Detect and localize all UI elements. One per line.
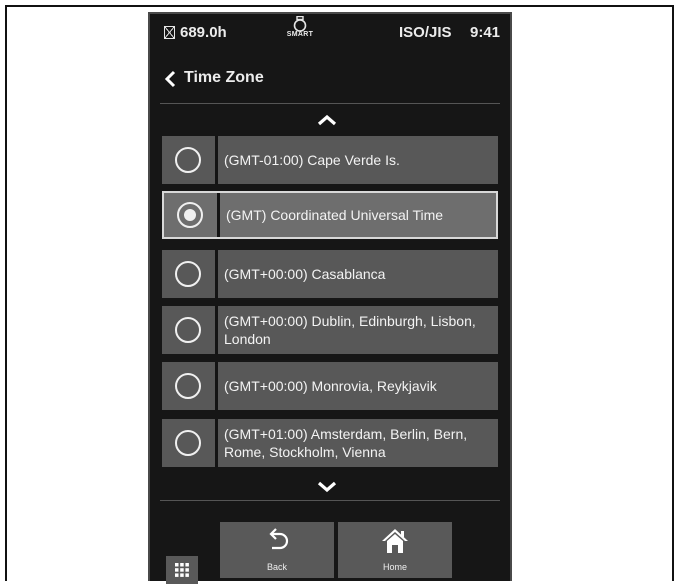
- timezone-option[interactable]: (GMT-01:00) Cape Verde Is.: [162, 136, 498, 184]
- timezone-option[interactable]: (GMT+00:00) Casablanca: [162, 250, 498, 298]
- timezone-option[interactable]: (GMT+00:00) Monrovia, Reykjavik: [162, 362, 498, 410]
- smart-mode-icon: [293, 16, 307, 32]
- option-divider: [215, 362, 218, 410]
- radio-button[interactable]: [175, 147, 201, 173]
- grid-icon: [175, 563, 189, 577]
- status-bar: 689.0h SMART ISO/JIS 9:41: [150, 14, 510, 60]
- option-divider: [215, 136, 218, 184]
- device-screen: 689.0h SMART ISO/JIS 9:41 Time Zone (GMT…: [148, 12, 512, 584]
- hour-meter-value: 689.0h: [180, 24, 227, 41]
- radio-button[interactable]: [175, 373, 201, 399]
- clock: 9:41: [470, 24, 501, 41]
- chevron-down-icon: [317, 481, 337, 493]
- home-icon: [382, 529, 408, 553]
- scroll-down-button[interactable]: [310, 477, 344, 497]
- timezone-option[interactable]: (GMT+01:00) Amsterdam, Berlin, Bern, Rom…: [162, 419, 498, 467]
- radio-cell: [162, 250, 215, 298]
- hourglass-icon: [164, 26, 175, 39]
- radio-cell: [162, 306, 215, 354]
- page-header: Time Zone: [150, 60, 510, 102]
- radio-cell: [164, 193, 217, 237]
- radio-button[interactable]: [175, 430, 201, 456]
- timezone-label: (GMT) Coordinated Universal Time: [226, 207, 444, 223]
- timezone-option-selected[interactable]: (GMT) Coordinated Universal Time: [162, 191, 498, 239]
- header-divider: [160, 103, 500, 104]
- page-title: Time Zone: [184, 69, 264, 86]
- timezone-label: (GMT+00:00) Casablanca: [224, 266, 386, 282]
- option-divider: [215, 306, 218, 354]
- radio-cell: [162, 136, 215, 184]
- standard-label: ISO/JIS: [399, 24, 452, 41]
- radio-button[interactable]: [175, 261, 201, 287]
- apps-grid-button[interactable]: [166, 556, 198, 584]
- scroll-up-button[interactable]: [310, 110, 344, 130]
- undo-arrow-icon: [269, 528, 289, 550]
- option-divider: [215, 250, 218, 298]
- home-button[interactable]: Home: [338, 522, 452, 578]
- option-divider: [215, 419, 218, 467]
- hour-meter: 689.0h: [164, 24, 227, 41]
- footer-divider: [160, 500, 500, 501]
- bottom-bar: Back Home: [150, 512, 510, 584]
- back-button-label: Back: [266, 562, 287, 572]
- radio-button[interactable]: [175, 317, 201, 343]
- radio-button-checked[interactable]: [177, 202, 203, 228]
- radio-cell: [162, 419, 215, 467]
- radio-cell: [162, 362, 215, 410]
- smart-mode-label: SMART: [286, 31, 314, 38]
- timezone-label: (GMT+01:00) Amsterdam, Berlin, Bern, Rom…: [224, 426, 468, 460]
- back-chevron-icon[interactable]: [164, 70, 176, 88]
- back-button[interactable]: Back: [220, 522, 334, 578]
- home-button-label: Home: [382, 562, 407, 572]
- timezone-label: (GMT-01:00) Cape Verde Is.: [224, 152, 400, 168]
- timezone-label: (GMT+00:00) Monrovia, Reykjavik: [224, 378, 437, 394]
- smart-mode-indicator: SMART: [280, 16, 320, 38]
- chevron-up-icon: [317, 114, 337, 126]
- option-divider: [217, 193, 220, 237]
- timezone-label: (GMT+00:00) Dublin, Edinburgh, Lisbon, L…: [224, 313, 476, 347]
- radio-dot-icon: [184, 209, 196, 221]
- timezone-option[interactable]: (GMT+00:00) Dublin, Edinburgh, Lisbon, L…: [162, 306, 498, 354]
